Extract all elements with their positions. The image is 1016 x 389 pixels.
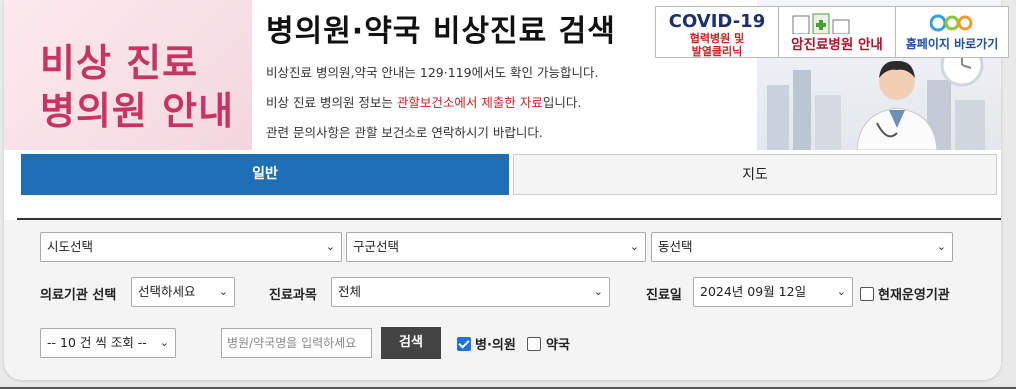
- page-size-select[interactable]: -- 10 건 씩 조회 -- ⌄: [40, 328, 176, 358]
- date-select[interactable]: 2024년 09월 12일 ⌄: [693, 277, 853, 307]
- search-button[interactable]: 검색: [381, 327, 441, 359]
- operating-label: 현재운영기관: [878, 288, 950, 303]
- banner-line-1: 비상 진료: [40, 41, 199, 85]
- pharmacy-label: 약국: [546, 338, 570, 353]
- dong-select[interactable]: 동선택 ⌄: [651, 232, 953, 262]
- gugun-select-value: 구군선택: [353, 239, 400, 254]
- gugun-select[interactable]: 구군선택 ⌄: [346, 232, 646, 262]
- hospital-building-icon: [792, 13, 850, 34]
- homepage-title: 홈페이지 바로가기: [905, 37, 999, 51]
- tab-general[interactable]: 일반: [21, 154, 509, 195]
- doctor-icon: [856, 60, 938, 150]
- chevron-down-icon: ⌄: [218, 285, 228, 298]
- hospital-checkbox[interactable]: [457, 337, 471, 351]
- banner-line-2: 병의원 안내: [40, 89, 235, 133]
- covid-link[interactable]: COVID-19 협력병원 및 발열클리닉: [655, 6, 779, 58]
- chevron-down-icon: ⌄: [159, 336, 169, 349]
- homepage-logo-icon: [930, 14, 973, 32]
- cancer-hospital-link[interactable]: 암진료병원 안내: [778, 6, 896, 58]
- view-tabs: 일반 지도: [21, 154, 997, 195]
- info-line-1: 비상진료 병의원,약국 안내는 129·119에서도 확인 가능합니다.: [266, 65, 599, 80]
- institution-label: 의료기관 선택: [40, 288, 117, 303]
- homepage-link[interactable]: 홈페이지 바로가기: [895, 6, 1009, 58]
- tab-map[interactable]: 지도: [513, 154, 997, 195]
- dong-select-value: 동선택: [658, 239, 693, 254]
- emergency-banner: 비상 진료 병의원 안내: [4, 0, 252, 150]
- info-line-2-post: 입니다.: [542, 95, 582, 110]
- cancer-title: 암진료병원 안내: [791, 37, 883, 53]
- sido-select-value: 시도선택: [47, 239, 94, 254]
- department-label: 진료과목: [269, 288, 317, 303]
- sido-select[interactable]: 시도선택 ⌄: [40, 232, 342, 262]
- chevron-down-icon: ⌄: [936, 240, 946, 253]
- chevron-down-icon: ⌄: [325, 240, 335, 253]
- info-line-3: 관련 문의사항은 관할 보건소로 연락하시기 바랍니다.: [266, 125, 543, 140]
- info-line-2-highlight: 관할보건소에서 제출한 자료: [396, 95, 543, 110]
- info-line-2-pre: 비상 진료 병의원 정보는: [266, 95, 397, 110]
- date-select-value: 2024년 09월 12일: [700, 284, 807, 299]
- chevron-down-icon: ⌄: [629, 240, 639, 253]
- operating-checkbox[interactable]: [860, 287, 874, 301]
- form-divider: [17, 218, 1001, 220]
- info-line-2: 비상 진료 병의원 정보는 관할보건소에서 제출한 자료입니다.: [266, 92, 581, 111]
- page-size-value: -- 10 건 씩 조회 --: [47, 335, 147, 350]
- search-input[interactable]: 병원/약국명을 입력하세요: [221, 328, 372, 358]
- page-title: 병의원·약국 비상진료 검색: [266, 14, 616, 49]
- institution-select[interactable]: 선택하세요 ⌄: [131, 277, 235, 307]
- department-select[interactable]: 전체 ⌄: [331, 277, 610, 307]
- department-select-value: 전체: [338, 284, 362, 299]
- chevron-down-icon: ⌄: [836, 285, 846, 298]
- covid-title: COVID-19: [668, 11, 766, 32]
- pharmacy-checkbox[interactable]: [527, 337, 541, 351]
- chevron-down-icon: ⌄: [593, 285, 603, 298]
- covid-sub-1: 협력병원 및: [689, 32, 745, 45]
- hospital-label: 병·의원: [475, 338, 516, 353]
- covid-sub-2: 발열클리닉: [691, 45, 743, 58]
- date-label: 진료일: [646, 288, 682, 303]
- institution-select-value: 선택하세요: [138, 284, 196, 299]
